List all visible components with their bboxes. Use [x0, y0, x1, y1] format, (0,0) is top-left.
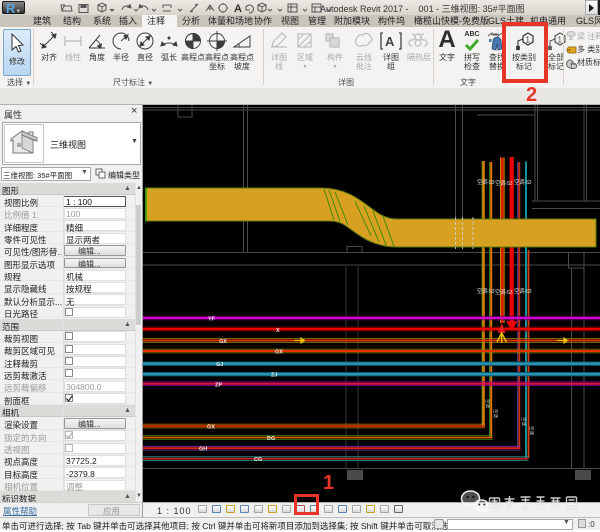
svg-text:A: A — [234, 3, 242, 14]
svg-text:GJ: GJ — [216, 362, 223, 368]
svg-text:CG: CG — [254, 457, 262, 463]
svg-text:GX: GX — [275, 350, 283, 356]
svg-text:GX: GX — [207, 425, 215, 431]
svg-text:DG: DG — [267, 436, 275, 442]
svg-text:空调-S3: 空调-S3 — [495, 288, 513, 296]
svg-text:空调-S3: 空调-S3 — [514, 178, 532, 186]
svg-text:A: A — [385, 34, 395, 49]
svg-text:ZJ: ZJ — [271, 373, 277, 379]
svg-text:空调-S3: 空调-S3 — [514, 287, 532, 295]
svg-text:空调: 空调 — [484, 399, 491, 408]
svg-text:空调: 空调 — [528, 426, 535, 435]
svg-text:空调: 空调 — [492, 409, 499, 418]
svg-text:YF: YF — [208, 317, 216, 323]
svg-text:空调: 空调 — [520, 417, 527, 426]
svg-text:空调-S3: 空调-S3 — [477, 287, 495, 295]
svg-text:X: X — [276, 328, 280, 334]
svg-text:GX: GX — [219, 339, 227, 345]
svg-text:ZP: ZP — [215, 383, 222, 389]
svg-text:?: ? — [573, 64, 576, 69]
svg-text:空调-S3: 空调-S3 — [477, 178, 495, 186]
svg-text:1: 1 — [558, 36, 563, 45]
svg-text:GH: GH — [199, 447, 207, 453]
svg-text:空调-S3: 空调-S3 — [495, 179, 513, 187]
